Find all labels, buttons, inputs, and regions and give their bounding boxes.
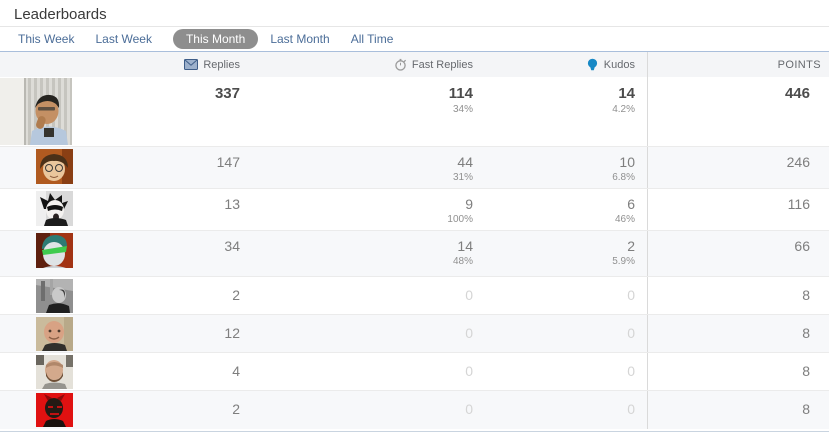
replies-count: 34	[224, 238, 240, 254]
fast-replies-pct: 31%	[452, 172, 473, 184]
kudos-pct: 5.9%	[612, 256, 635, 268]
column-header-kudos[interactable]: Kudos	[473, 52, 647, 77]
replies-count: 337	[214, 85, 240, 102]
replies-count: 12	[224, 325, 240, 341]
kudos-count: 10	[619, 154, 635, 170]
fast-replies-count: 114	[448, 85, 473, 102]
replies-count: 13	[224, 196, 240, 212]
fast-replies-pct: 48%	[452, 256, 473, 268]
fast-replies-count: 0	[465, 401, 473, 417]
avatar-rank-5[interactable]	[36, 279, 73, 313]
kudos-badge-icon	[586, 58, 599, 71]
avatar-rank-7[interactable]	[36, 355, 73, 389]
kudos-count: 0	[627, 401, 635, 417]
kudos-count: 0	[627, 325, 635, 341]
avatar-rank-6[interactable]	[36, 317, 73, 351]
column-header-points[interactable]: POINTS	[647, 52, 829, 77]
fast-replies-count: 0	[465, 363, 473, 379]
column-label: POINTS	[777, 58, 821, 71]
fast-replies-pct: 100%	[447, 214, 473, 226]
envelope-icon	[184, 59, 199, 70]
avatar-rank-2[interactable]	[36, 149, 73, 184]
leaderboard-row-8: 2 0 0 8	[0, 391, 829, 429]
tab-this-week[interactable]: This Week	[18, 29, 74, 49]
leaderboard-row-1: 337 114 34% 14 4.2% 446	[0, 77, 829, 147]
header-avatar-spacer	[0, 52, 150, 77]
kudos-pct: 46%	[614, 214, 635, 226]
points-count: 8	[647, 353, 829, 390]
column-label: Replies	[203, 58, 240, 71]
points-count: 8	[647, 277, 829, 314]
kudos-count: 14	[618, 85, 635, 102]
page-title: Leaderboards	[14, 6, 107, 23]
column-header-fast-replies[interactable]: Fast Replies	[240, 52, 473, 77]
points-count: 116	[647, 189, 829, 230]
tab-last-week[interactable]: Last Week	[95, 29, 151, 49]
points-count: 8	[647, 391, 829, 429]
kudos-count: 6	[627, 196, 635, 212]
column-label: Fast Replies	[411, 58, 473, 71]
fast-replies-pct: 34%	[452, 104, 473, 116]
kudos-count: 2	[627, 238, 635, 254]
points-count: 246	[647, 147, 829, 188]
leaderboard-row-6: 12 0 0 8	[0, 315, 829, 353]
fast-replies-count: 44	[457, 154, 473, 170]
leaderboard-row-2: 147 44 31% 10 6.8% 246	[0, 147, 829, 189]
fast-replies-count: 9	[465, 196, 473, 212]
replies-count: 147	[216, 154, 240, 170]
leaderboard-row-5: 2 0 0 8	[0, 277, 829, 315]
title-bar: Leaderboards	[0, 0, 829, 27]
tab-last-month[interactable]: Last Month	[270, 29, 329, 49]
table-header: Replies Fast Replies Kudos POINTS	[0, 52, 829, 77]
avatar-rank-1[interactable]	[0, 78, 72, 145]
kudos-pct: 6.8%	[612, 172, 635, 184]
stopwatch-icon	[394, 58, 407, 71]
leaderboard-row-7: 4 0 0 8	[0, 353, 829, 391]
tab-this-month[interactable]: This Month	[172, 29, 259, 49]
fast-replies-count: 14	[457, 238, 473, 254]
points-count: 66	[647, 231, 829, 276]
leaderboards-page: Leaderboards This Week Last Week This Mo…	[0, 0, 829, 432]
avatar-rank-4[interactable]	[36, 233, 73, 268]
leaderboard-row-3: 13 9 100% 6 46% 116	[0, 189, 829, 231]
fast-replies-count: 0	[465, 325, 473, 341]
replies-count: 2	[232, 287, 240, 303]
points-count: 446	[647, 77, 829, 146]
replies-count: 2	[232, 401, 240, 417]
points-count: 8	[647, 315, 829, 352]
tab-all-time[interactable]: All Time	[351, 29, 394, 49]
kudos-count: 0	[627, 287, 635, 303]
avatar-rank-3[interactable]	[36, 191, 73, 226]
leaderboard-row-4: 34 14 48% 2 5.9% 66	[0, 231, 829, 277]
avatar-rank-8[interactable]	[36, 393, 73, 427]
kudos-count: 0	[627, 363, 635, 379]
column-label: Kudos	[603, 58, 635, 71]
column-header-replies[interactable]: Replies	[150, 52, 240, 77]
time-range-tabs: This Week Last Week This Month Last Mont…	[0, 27, 829, 52]
kudos-pct: 4.2%	[612, 104, 635, 116]
fast-replies-count: 0	[465, 287, 473, 303]
replies-count: 4	[232, 363, 240, 379]
